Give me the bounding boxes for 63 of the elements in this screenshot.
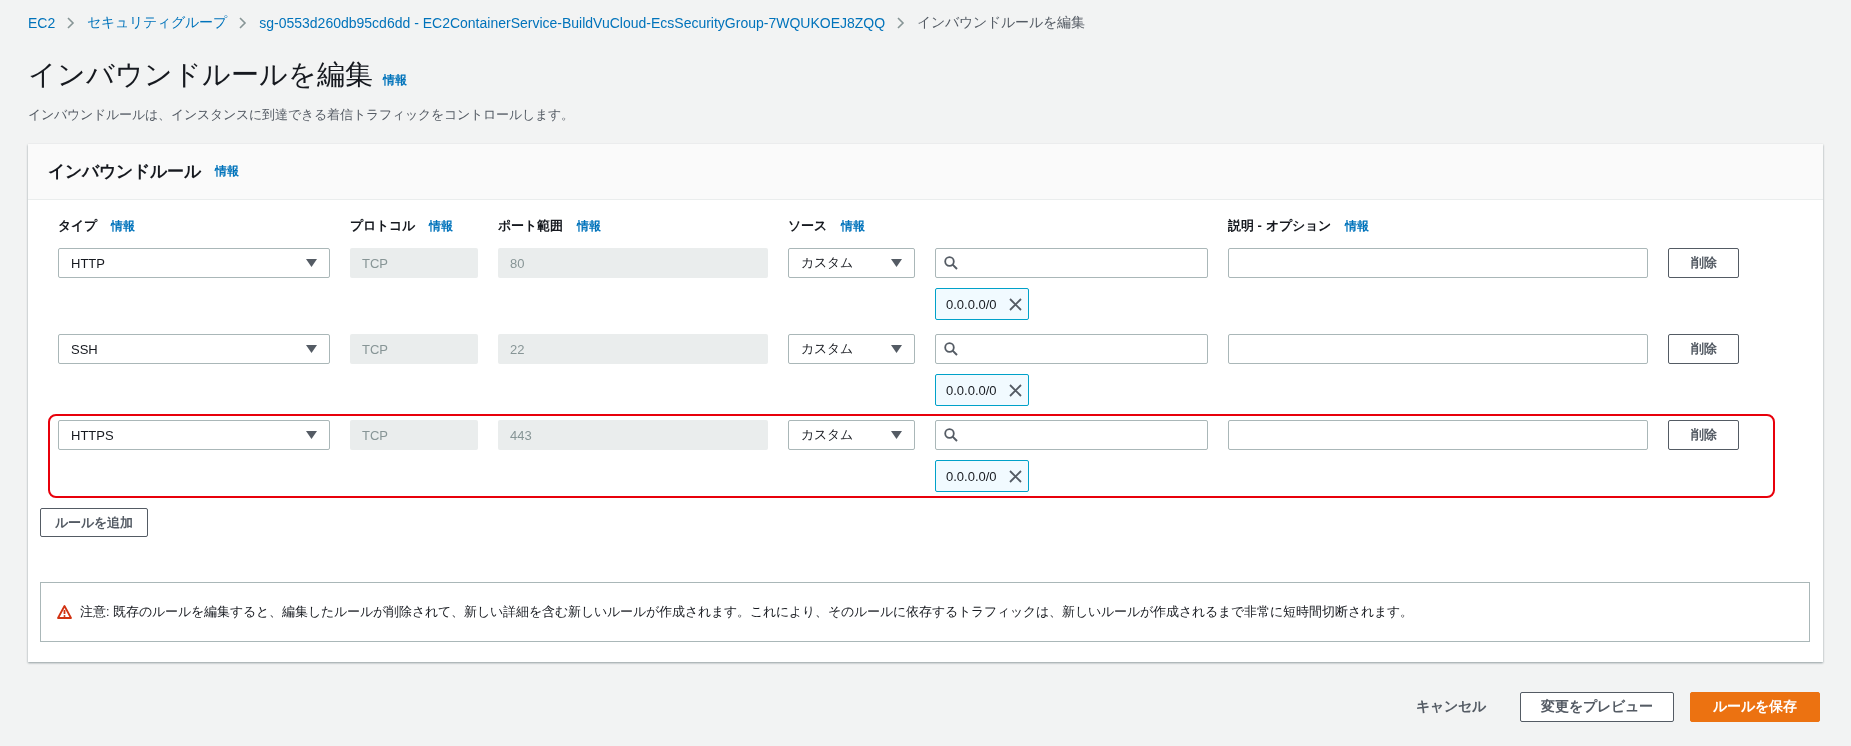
type-select[interactable]: HTTPS (58, 420, 330, 450)
column-header: ソース (788, 217, 827, 235)
search-field[interactable] (935, 334, 1208, 364)
breadcrumb-current: インバウンドルールを編集 (917, 14, 1086, 32)
chevron-icon (897, 17, 906, 29)
close-icon[interactable] (1009, 297, 1022, 311)
search-icon (944, 428, 958, 442)
chevron-icon (239, 17, 248, 29)
info-link[interactable]: 情報 (1344, 217, 1369, 235)
delete-button[interactable]: 削除 (1668, 334, 1739, 364)
cidr-token: 0.0.0.0/0 (935, 374, 1029, 406)
description-field[interactable] (1228, 334, 1648, 364)
chevron-icon (67, 17, 76, 29)
info-link[interactable]: 情報 (841, 217, 865, 235)
protocol-field: TCP (350, 420, 478, 450)
delete-button[interactable]: 削除 (1668, 248, 1739, 278)
protocol-field: TCP (350, 248, 478, 278)
info-link[interactable]: 情報 (111, 217, 135, 235)
caret-icon (891, 345, 902, 353)
close-icon[interactable] (1009, 383, 1022, 397)
column-header: プロトコル (350, 217, 415, 235)
page-title: インバウンドルールを編集 (28, 58, 373, 92)
source-select[interactable]: カスタム (788, 248, 915, 278)
search-field[interactable] (935, 248, 1208, 278)
source-select[interactable]: カスタム (788, 420, 915, 450)
info-link[interactable]: 情報 (577, 217, 601, 235)
page-description: インバウンドルールは、インスタンスに到達できる着信トラフィックをコントロールします。 (28, 106, 575, 124)
search-field[interactable] (935, 420, 1208, 450)
breadcrumb-link[interactable]: セキュリティグループ (87, 14, 228, 32)
add-rule-button[interactable]: ルールを追加 (40, 508, 148, 537)
caret-icon (891, 431, 902, 439)
caret-icon (891, 259, 902, 267)
description-field[interactable] (1228, 420, 1648, 450)
close-icon[interactable] (1009, 469, 1022, 483)
column-header: タイプ (58, 217, 97, 235)
search-icon (944, 342, 958, 356)
caret-icon (306, 259, 317, 267)
type-select[interactable]: SSH (58, 334, 330, 364)
breadcrumb-link[interactable]: sg-0553d260db95cd6dd - EC2ContainerService-BuildVuCloud-EcsSecurityGroup-7WQUKOEJ8ZQQ (259, 15, 886, 31)
cidr-token: 0.0.0.0/0 (935, 288, 1029, 320)
port-field: 80 (498, 248, 768, 278)
search-icon (944, 256, 958, 270)
panel-title: インバウンドルール (48, 161, 201, 183)
delete-button[interactable]: 削除 (1668, 420, 1739, 450)
source-select[interactable]: カスタム (788, 334, 915, 364)
description-field[interactable] (1228, 248, 1648, 278)
type-select[interactable]: HTTP (58, 248, 330, 278)
port-field: 443 (498, 420, 768, 450)
info-link[interactable]: 情報 (215, 163, 239, 180)
cancel-button[interactable]: キャンセル (1412, 692, 1490, 722)
breadcrumb-link[interactable]: EC2 (28, 15, 56, 31)
preview-button[interactable]: 変更をプレビュー (1520, 692, 1674, 722)
warning-icon (57, 605, 72, 619)
warning-text: 注意: 既存のルールを編集すると、編集したルールが削除されて、新しい詳細を含む新しいルールが作成されます。これにより、そのルールに依存するトラフィックは、新しいルールが作成されるまで非常に短時間切断されます。 (80, 603, 1413, 621)
column-header: ポート範囲 (498, 217, 563, 235)
info-link[interactable]: 情報 (383, 72, 407, 89)
caret-icon (306, 345, 317, 353)
info-link[interactable]: 情報 (429, 217, 453, 235)
column-header: 説明 - オプション (1228, 217, 1331, 235)
caret-icon (306, 431, 317, 439)
cidr-token: 0.0.0.0/0 (935, 460, 1029, 492)
protocol-field: TCP (350, 334, 478, 364)
port-field: 22 (498, 334, 768, 364)
